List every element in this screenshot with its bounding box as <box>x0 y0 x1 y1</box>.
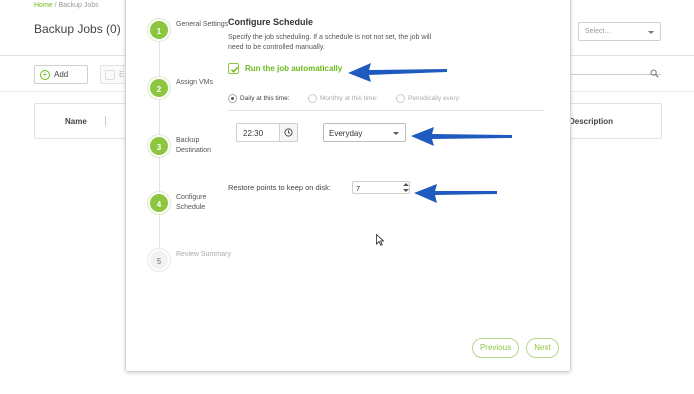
annotation-arrow-icon <box>411 127 512 146</box>
breadcrumb-current: Backup Jobs <box>58 2 99 9</box>
stepper-down-icon[interactable] <box>403 189 409 192</box>
radio-periodically-dot[interactable] <box>396 94 405 103</box>
filter-select[interactable]: Select... <box>578 22 661 41</box>
schedule-divider <box>228 110 544 111</box>
step-label: General Settings <box>176 21 229 28</box>
add-button-label: Add <box>54 70 69 79</box>
filter-select-value: Select... <box>585 28 611 35</box>
mouse-cursor-icon <box>376 234 384 246</box>
time-picker-button[interactable] <box>279 123 298 142</box>
schedule-type-radio-group: Daily at this time: Monthly at this time… <box>228 93 546 105</box>
search-input[interactable] <box>569 74 661 75</box>
chevron-down-icon <box>393 132 399 135</box>
section-description: Specify the job scheduling. If a schedul… <box>228 34 432 51</box>
restore-points-label: Restore points to keep on disk: <box>228 183 331 192</box>
step-number-badge: 2 <box>148 77 170 99</box>
run-automatically-label[interactable]: Run the job automatically <box>245 64 342 73</box>
step-label: Assign VMs <box>176 79 213 86</box>
column-header-name[interactable]: Name <box>65 117 87 126</box>
section-title: Configure Schedule <box>228 17 314 27</box>
page-title: Backup Jobs (0) <box>34 22 121 36</box>
radio-periodically-label[interactable]: Periodically every: <box>408 95 461 102</box>
radio-monthly-label[interactable]: Monthly at this time: <box>320 95 378 102</box>
edit-button[interactable]: E <box>100 65 128 84</box>
breadcrumb: Home / Backup Jobs <box>34 2 99 9</box>
edit-button-label: E <box>119 70 125 79</box>
run-automatically-checkbox[interactable] <box>228 63 239 74</box>
radio-daily-label[interactable]: Daily at this time: <box>240 95 290 102</box>
search-icon[interactable] <box>650 69 659 78</box>
step-number-badge: 3 <box>148 135 170 157</box>
chevron-down-icon <box>648 31 654 34</box>
stepper-up-icon[interactable] <box>403 183 409 186</box>
frequency-select-value: Everyday <box>329 129 363 138</box>
edit-icon <box>105 70 115 80</box>
step-number-badge: 1 <box>148 19 170 41</box>
column-separator <box>105 116 106 126</box>
previous-button[interactable]: Previous <box>472 338 519 358</box>
clock-icon <box>284 128 293 137</box>
step-number-badge: 4 <box>148 192 170 214</box>
step-label: Configure Schedule <box>176 194 207 211</box>
frequency-select[interactable]: Everyday <box>323 123 406 142</box>
step-number-badge: 5 <box>148 249 170 271</box>
restore-points-stepper[interactable] <box>402 181 410 194</box>
annotation-arrow-icon <box>414 184 497 203</box>
check-icon <box>230 66 239 73</box>
step-label: Backup Destination <box>176 137 212 154</box>
column-header-description[interactable]: Description <box>569 117 613 126</box>
add-button[interactable]: + Add <box>34 65 88 84</box>
breadcrumb-home-link[interactable]: Home <box>34 2 53 9</box>
backup-job-wizard-dialog: 1 General Settings 2 Assign VMs 3 Backup… <box>125 0 571 372</box>
annotation-arrow-icon <box>348 63 447 82</box>
next-button[interactable]: Next <box>526 338 559 358</box>
time-input[interactable]: 22:30 <box>236 123 279 142</box>
radio-daily-dot[interactable] <box>228 94 237 103</box>
plus-icon: + <box>40 70 50 80</box>
radio-monthly-dot[interactable] <box>308 94 317 103</box>
step-label: Review Summary <box>176 251 231 258</box>
